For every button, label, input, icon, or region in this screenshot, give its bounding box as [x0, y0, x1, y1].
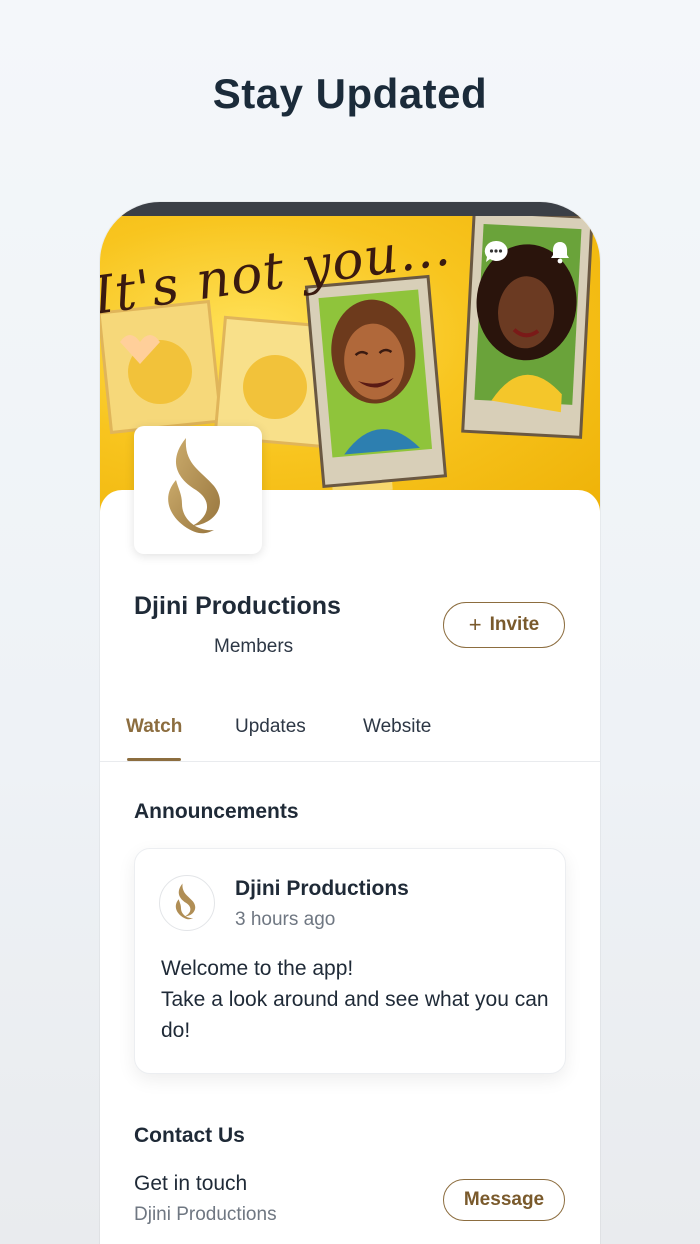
djini-flame-logo-icon	[168, 438, 220, 534]
invite-label: Invite	[489, 614, 540, 635]
plus-icon: +	[468, 612, 482, 637]
tab-website[interactable]: Website	[363, 716, 431, 738]
announcements-title: Announcements	[134, 800, 299, 823]
tab-bar: Watch Updates Website	[100, 702, 600, 762]
post-body-line: Welcome to the app!	[161, 957, 354, 980]
org-name: Djini Productions	[134, 592, 341, 620]
contact-name: Djini Productions	[134, 1204, 277, 1225]
banner-actions	[482, 238, 574, 266]
invite-button[interactable]: + Invite	[443, 602, 565, 648]
post-body-line: Take a look around and see what you can …	[161, 988, 549, 1042]
post-body: Welcome to the app! Take a look around a…	[161, 953, 551, 1046]
tab-updates[interactable]: Updates	[235, 716, 306, 738]
bell-icon[interactable]	[546, 238, 574, 266]
avatar	[159, 875, 215, 931]
contact-title: Contact Us	[134, 1124, 245, 1147]
tab-watch[interactable]: Watch	[126, 716, 182, 738]
members-link[interactable]: Members	[214, 636, 293, 658]
chat-bubble-icon[interactable]	[482, 238, 510, 266]
phone-frame: It's not you... Djini Productions Member…	[100, 202, 600, 1244]
post-author: Djini Productions	[235, 877, 409, 900]
org-logo	[134, 426, 262, 554]
djini-flame-logo-icon	[175, 883, 196, 920]
post-timestamp: 3 hours ago	[235, 909, 336, 930]
phone-top-bezel	[100, 202, 600, 216]
contact-subtitle: Get in touch	[134, 1172, 248, 1195]
active-tab-indicator	[127, 758, 181, 761]
announcement-post[interactable]: Djini Productions 3 hours ago Welcome to…	[134, 848, 566, 1074]
page-headline: Stay Updated	[212, 70, 488, 117]
message-button[interactable]: Message	[443, 1179, 565, 1221]
